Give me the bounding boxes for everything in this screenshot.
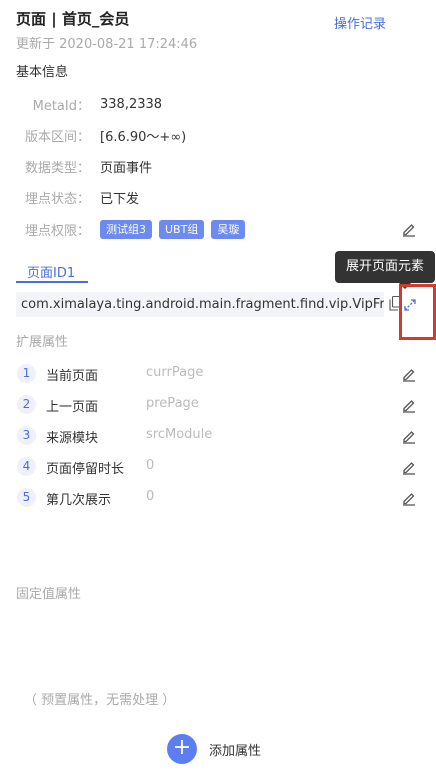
attr-index: 2 <box>17 395 36 414</box>
attr-name: 当前页面 <box>46 369 99 384</box>
info-row-status: 埋点状态： 已下发 <box>0 186 436 208</box>
attr-key: 0 <box>146 489 155 504</box>
expand-tooltip: 展开页面元素 <box>335 251 435 289</box>
edit-attr-icon[interactable] <box>401 459 417 475</box>
fixed-attr-heading: 固定值属性 <box>16 587 82 602</box>
add-attribute-button[interactable]: + 添加属性 <box>167 734 261 764</box>
tracking-status-value: 已下发 <box>100 191 140 207</box>
tab-page-id-1[interactable]: 页面ID1 <box>16 262 89 283</box>
copy-icon[interactable] <box>389 295 402 311</box>
permission-tag: 吴璇 <box>211 219 246 239</box>
metaid-value: 338,2338 <box>100 96 163 112</box>
list-item: 5 第几次展示 0 <box>0 488 436 510</box>
expand-icon[interactable] <box>403 297 417 311</box>
list-item: 2 上一页面 prePage <box>0 395 436 417</box>
attr-name: 来源模块 <box>46 431 99 446</box>
data-type-value: 页面事件 <box>100 160 153 176</box>
operation-log-link[interactable]: 操作记录 <box>334 13 386 32</box>
info-row-version: 版本区间： [6.6.90～+∞) <box>0 124 436 146</box>
list-item: 1 当前页面 currPage <box>0 364 436 386</box>
attr-name: 页面停留时长 <box>46 462 125 477</box>
edit-attr-icon[interactable] <box>401 366 417 382</box>
info-row-datatype: 数据类型： 页面事件 <box>0 155 436 177</box>
basic-info-heading: 基本信息 <box>16 65 69 80</box>
add-attribute-label[interactable]: 添加属性 <box>209 740 261 759</box>
info-row-permission: 埋点权限： 测试组3 UBT组 吴璇 <box>0 218 436 240</box>
version-range-label: 版本区间： <box>24 129 90 145</box>
attr-key: currPage <box>146 365 204 380</box>
edit-attr-icon[interactable] <box>401 428 417 444</box>
ext-attr-heading: 扩展属性 <box>16 335 69 350</box>
page-id-value: com.ximalaya.ting.android.main.fragment.… <box>16 292 384 317</box>
attr-name: 第几次展示 <box>46 493 112 508</box>
permission-label: 埋点权限： <box>24 223 90 239</box>
updated-timestamp: 更新于 2020-08-21 17:24:46 <box>16 37 198 52</box>
edit-attr-icon[interactable] <box>401 397 417 413</box>
list-item: 4 页面停留时长 0 <box>0 457 436 479</box>
metaid-label: MetaId： <box>32 98 90 114</box>
tracking-status-label: 埋点状态： <box>24 191 90 207</box>
list-item: 3 来源模块 srcModule <box>0 426 436 448</box>
attr-key: prePage <box>146 396 199 411</box>
preset-note: （ 预置属性，无需处理 ） <box>24 693 176 708</box>
attr-name: 上一页面 <box>46 400 99 415</box>
attr-key: srcModule <box>146 427 213 442</box>
attr-key: 0 <box>146 458 155 473</box>
attr-index: 5 <box>17 488 36 507</box>
attr-index: 3 <box>17 426 36 445</box>
page-title: 页面 | 首页_会员 <box>16 10 130 28</box>
info-row-metaid: MetaId： 338,2338 <box>0 93 436 115</box>
permission-tag: UBT组 <box>159 219 205 239</box>
attr-index: 4 <box>17 457 36 476</box>
edit-attr-icon[interactable] <box>401 490 417 506</box>
highlight-box <box>399 284 436 340</box>
data-type-label: 数据类型： <box>24 160 90 176</box>
plus-icon[interactable]: + <box>167 734 197 764</box>
permission-tag: 测试组3 <box>100 219 152 239</box>
edit-permission-icon[interactable] <box>401 221 417 237</box>
version-range-value: [6.6.90～+∞) <box>100 129 187 145</box>
permission-tags: 测试组3 UBT组 吴璇 <box>100 219 246 239</box>
attr-index: 1 <box>17 364 36 383</box>
